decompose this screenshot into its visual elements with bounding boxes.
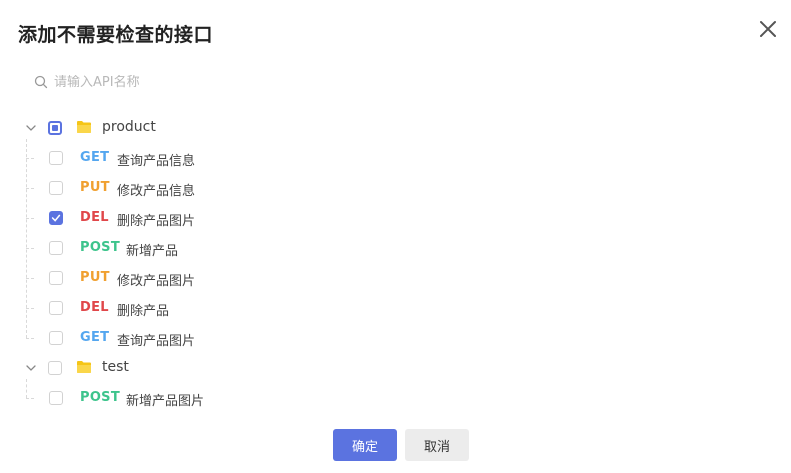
folder-icon — [77, 361, 91, 373]
tree-api-row[interactable]: POST 新增产品 — [0, 233, 400, 263]
api-name: 删除产品 — [117, 304, 170, 319]
api-checkbox[interactable] — [49, 301, 63, 315]
api-checkbox[interactable] — [49, 181, 63, 195]
tree-folder-row: test — [0, 353, 400, 383]
folder-name[interactable]: product — [102, 119, 156, 135]
api-name: 修改产品信息 — [117, 184, 196, 199]
http-method-badge: POST — [80, 390, 121, 405]
folder-name[interactable]: test — [102, 359, 129, 375]
api-name: 新增产品 — [126, 244, 179, 259]
confirm-button[interactable]: 确定 — [333, 429, 397, 461]
folder-checkbox[interactable] — [48, 361, 62, 375]
http-method-badge: PUT — [80, 270, 110, 285]
api-name: 查询产品信息 — [117, 154, 196, 169]
api-checkbox[interactable] — [49, 241, 63, 255]
tree-api-row[interactable]: DEL 删除产品 — [0, 293, 400, 323]
api-checkbox[interactable] — [49, 211, 63, 225]
tree-api-row[interactable]: PUT 修改产品图片 — [0, 263, 400, 293]
chevron-down-icon[interactable] — [25, 122, 37, 134]
cancel-button[interactable]: 取消 — [405, 429, 469, 461]
api-checkbox[interactable] — [49, 271, 63, 285]
api-checkbox[interactable] — [49, 391, 63, 405]
tree-connector — [26, 398, 34, 399]
add-exempt-api-dialog: 添加不需要检查的接口 product GET 查询产品信息 PUT 修改产品信息 DEL 删… — [0, 0, 791, 473]
tree-folder-row: product — [0, 113, 400, 143]
close-icon[interactable] — [756, 17, 780, 41]
search-icon — [34, 75, 48, 89]
tree-connector — [26, 248, 34, 249]
http-method-badge: DEL — [80, 210, 109, 225]
api-name: 修改产品图片 — [117, 274, 196, 289]
tree-connector — [26, 308, 34, 309]
search-box — [28, 68, 328, 96]
api-name: 查询产品图片 — [117, 334, 196, 349]
tree-guide-line — [26, 139, 27, 338]
api-name: 删除产品图片 — [117, 214, 196, 229]
check-icon — [51, 214, 61, 222]
http-method-badge: DEL — [80, 300, 109, 315]
tree-connector — [26, 218, 34, 219]
tree-api-row[interactable]: POST 新增产品图片 — [0, 383, 400, 413]
api-checkbox[interactable] — [49, 331, 63, 345]
dialog-title: 添加不需要检查的接口 — [18, 24, 214, 46]
http-method-badge: POST — [80, 240, 121, 255]
http-method-badge: GET — [80, 150, 110, 165]
api-checkbox[interactable] — [49, 151, 63, 165]
tree-api-row[interactable]: GET 查询产品信息 — [0, 143, 400, 173]
folder-checkbox[interactable] — [48, 121, 62, 135]
tree-connector — [26, 338, 34, 339]
tree-api-row[interactable]: GET 查询产品图片 — [0, 323, 400, 353]
chevron-down-icon[interactable] — [25, 362, 37, 374]
search-input[interactable] — [54, 74, 314, 90]
http-method-badge: GET — [80, 330, 110, 345]
folder-icon — [77, 121, 91, 133]
api-name: 新增产品图片 — [126, 394, 205, 409]
tree-api-row[interactable]: DEL 删除产品图片 — [0, 203, 400, 233]
http-method-badge: PUT — [80, 180, 110, 195]
tree-api-row[interactable]: PUT 修改产品信息 — [0, 173, 400, 203]
tree-connector — [26, 188, 34, 189]
tree-guide-line — [26, 379, 27, 398]
tree-connector — [26, 278, 34, 279]
tree-connector — [26, 158, 34, 159]
